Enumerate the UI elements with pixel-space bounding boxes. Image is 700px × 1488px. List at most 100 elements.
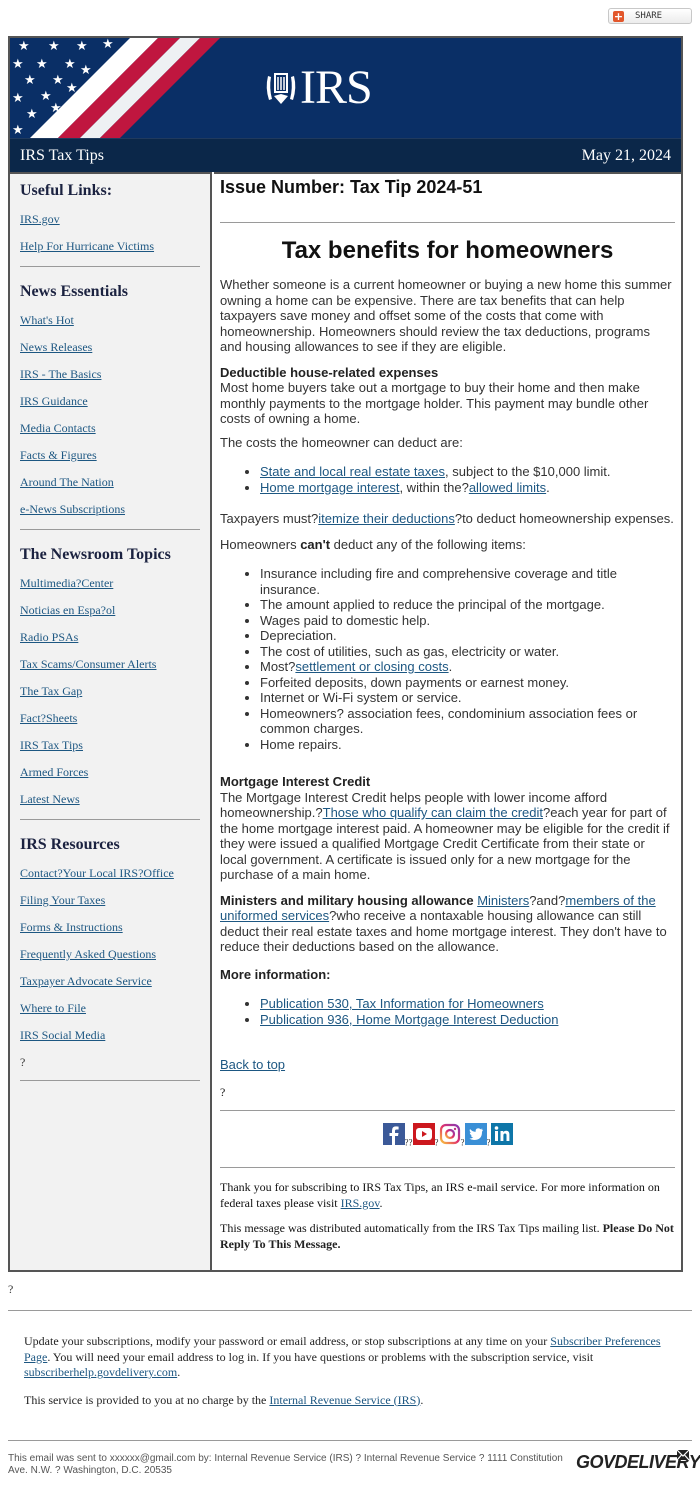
footer-irs-gov-link[interactable]: IRS.gov <box>341 1196 380 1210</box>
sidebar-link-radio-psas[interactable]: Radio PSAs <box>20 624 200 651</box>
plus-icon: + <box>613 9 624 23</box>
auto-text: This message was distributed automatical… <box>220 1221 603 1235</box>
svg-text:★: ★ <box>48 39 60 54</box>
deductible-body: Most home buyers take out a mortgage to … <box>220 380 649 426</box>
sidebar-link-fact-sheets[interactable]: Fact?Sheets <box>20 705 200 732</box>
envelope-icon <box>676 1449 690 1461</box>
cant-bold: can't <box>300 536 331 552</box>
sidebar-link-noticias[interactable]: Noticias en Espa?ol <box>20 597 200 624</box>
cant-text: deduct any of the following items: <box>330 536 526 552</box>
subscriber-help-link[interactable]: subscriberhelp.govdelivery.com <box>24 1365 177 1379</box>
ministers-text: ?and? <box>529 892 566 908</box>
sidebar-stray-char: ? <box>20 1055 26 1069</box>
sidebar-link-irs-basics[interactable]: IRS - The Basics <box>20 361 200 388</box>
sidebar-link-filing-taxes[interactable]: Filing Your Taxes <box>20 887 200 914</box>
sidebar-link-whats-hot[interactable]: What's Hot <box>20 307 200 334</box>
instagram-icon[interactable] <box>439 1123 461 1145</box>
svg-text:★: ★ <box>26 107 38 122</box>
sidebar-link-taxpayer-advocate[interactable]: Taxpayer Advocate Service <box>20 968 200 995</box>
title-bar: IRS Tax Tips May 21, 2024 <box>10 138 681 172</box>
list-item: The amount applied to reduce the princip… <box>260 597 675 613</box>
ministers-section: Ministers and military housing allowance… <box>220 893 675 955</box>
sidebar-link-irs-tax-tips[interactable]: IRS Tax Tips <box>20 732 200 759</box>
allowed-limits-link[interactable]: allowed limits <box>469 480 546 495</box>
list-item: Depreciation. <box>260 628 675 644</box>
svg-text:★: ★ <box>80 63 92 78</box>
thanks-text: . <box>379 1195 383 1210</box>
sidebar-link-armed-forces[interactable]: Armed Forces <box>20 759 200 786</box>
auto-message-paragraph: This message was distributed automatical… <box>220 1221 675 1252</box>
sidebar-link-tax-gap[interactable]: The Tax Gap <box>20 678 200 705</box>
deductible-section: Deductible house-related expenses Most h… <box>220 365 675 427</box>
svg-text:★: ★ <box>12 57 24 72</box>
list-item: Internet or Wi-Fi system or service. <box>260 690 675 706</box>
sidebar-link-contact-local-office[interactable]: Contact?Your Local IRS?Office <box>20 860 200 887</box>
sidebar-link-faq[interactable]: Frequently Asked Questions <box>20 941 200 968</box>
banner: ★ ★ ★ ★ ★ ★ ★ ★ ★ ★ ★ ★ ★ ★ ★ ★ IRS <box>10 38 681 138</box>
list-item-text: , subject to the $10,000 limit. <box>445 464 611 479</box>
prefs-text: . You will need your email address to lo… <box>47 1349 594 1364</box>
list-item: Home repairs. <box>260 737 675 753</box>
article: Issue Number: Tax Tip 2024-51 Tax benefi… <box>214 172 681 1270</box>
facebook-icon[interactable] <box>382 1123 405 1145</box>
irs-logo: IRS <box>264 64 373 112</box>
list-item: Publication 936, Home Mortgage Interest … <box>260 1012 675 1028</box>
list-item-text: , within the? <box>399 479 469 495</box>
youtube-icon[interactable] <box>412 1123 435 1145</box>
sidebar-link-irs-guidance[interactable]: IRS Guidance <box>20 388 200 415</box>
thanks-paragraph: Thank you for subscribing to IRS Tax Tip… <box>220 1180 675 1211</box>
stray-char: ? <box>220 1084 226 1099</box>
prefs-text: Update your subscriptions, modify your p… <box>24 1334 551 1348</box>
linkedin-icon[interactable] <box>490 1123 513 1145</box>
sidebar-link-enews-subscriptions[interactable]: e-News Subscriptions <box>20 496 200 523</box>
sidebar-heading-news-essentials: News Essentials <box>20 283 129 300</box>
sidebar-divider <box>20 819 200 820</box>
ministers-link[interactable]: Ministers <box>477 893 529 908</box>
itemize-text: Taxpayers must? <box>220 511 319 526</box>
sidebar-link-irs-gov[interactable]: IRS.gov <box>20 206 200 233</box>
irs-link[interactable]: Internal Revenue Service (IRS) <box>269 1393 420 1407</box>
sidebar-link-around-nation[interactable]: Around The Nation <box>20 469 200 496</box>
service-paragraph: This service is provided to you at no ch… <box>24 1393 674 1409</box>
more-info-heading: More information: <box>220 967 675 983</box>
issue-date: May 21, 2024 <box>581 147 671 164</box>
itemize-deductions-link[interactable]: itemize their deductions <box>318 511 455 526</box>
publication-936-link[interactable]: Publication 936, Home Mortgage Interest … <box>260 1012 558 1027</box>
thanks-text: Thank you for subscribing to IRS Tax Tip… <box>220 1180 660 1210</box>
sidebar-link-facts-figures[interactable]: Facts & Figures <box>20 442 200 469</box>
article-divider <box>220 1110 675 1111</box>
footer-divider <box>8 1310 692 1311</box>
list-item: Most?settlement or closing costs. <box>260 659 675 675</box>
mortgage-interest-link[interactable]: Home mortgage interest <box>260 480 399 495</box>
newsletter-name: IRS Tax Tips <box>20 147 104 164</box>
publication-530-link[interactable]: Publication 530, Tax Information for Hom… <box>260 996 544 1011</box>
share-button[interactable]: + SHARE <box>608 8 692 24</box>
list-item: The cost of utilities, such as gas, elec… <box>260 644 675 660</box>
article-divider <box>220 1167 675 1168</box>
mortgage-credit-section: Mortgage Interest Credit The Mortgage In… <box>220 774 675 883</box>
sidebar-divider <box>20 1080 200 1081</box>
list-item-text: Most? <box>260 659 296 674</box>
twitter-icon[interactable] <box>464 1123 487 1145</box>
list-item-text: . <box>546 479 550 495</box>
real-estate-taxes-link[interactable]: State and local real estate taxes <box>260 464 445 479</box>
sidebar-link-tax-scams[interactable]: Tax Scams/Consumer Alerts <box>20 651 200 678</box>
svg-text:★: ★ <box>52 73 64 88</box>
sidebar-link-multimedia-center[interactable]: Multimedia?Center <box>20 570 200 597</box>
deductible-list: State and local real estate taxes, subje… <box>220 464 675 495</box>
sidebar-link-media-contacts[interactable]: Media Contacts <box>20 415 200 442</box>
sidebar-link-forms-instructions[interactable]: Forms & Instructions <box>20 914 200 941</box>
sidebar-link-latest-news[interactable]: Latest News <box>20 786 200 813</box>
sidebar-link-news-releases[interactable]: News Releases <box>20 334 200 361</box>
ministers-heading: Ministers and military housing allowance <box>220 892 474 908</box>
sidebar-link-hurricane-victims[interactable]: Help For Hurricane Victims <box>20 233 200 260</box>
sidebar-link-where-to-file[interactable]: Where to File <box>20 995 200 1022</box>
cant-text: Homeowners <box>220 536 301 552</box>
list-item: Homeowners? association fees, condominiu… <box>260 706 675 737</box>
closing-costs-link[interactable]: settlement or closing costs <box>295 659 448 674</box>
sidebar-link-social-media[interactable]: IRS Social Media <box>20 1022 200 1049</box>
qualify-credit-link[interactable]: Those who qualify can claim the credit <box>323 805 543 820</box>
subscription-footer: Update your subscriptions, modify your p… <box>24 1334 674 1420</box>
article-headline: Tax benefits for homeowners <box>281 237 614 264</box>
back-to-top-link[interactable]: Back to top <box>220 1057 285 1072</box>
